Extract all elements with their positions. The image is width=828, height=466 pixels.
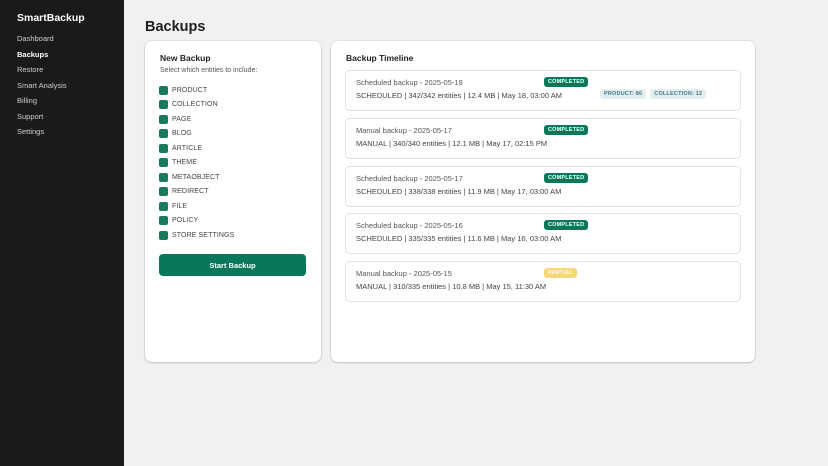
checkbox[interactable] (159, 216, 168, 226)
checkbox[interactable] (159, 129, 168, 139)
entity-option[interactable]: BLOG (159, 127, 234, 142)
entity-label: FILE (172, 202, 188, 210)
entity-count-chip: PRODUCT: 86 (600, 89, 647, 99)
checkbox[interactable] (159, 172, 168, 182)
sidebar: SmartBackup Dashboard Backups Restore Sm… (0, 0, 124, 466)
entity-option[interactable]: FILE (159, 199, 234, 214)
entity-label: COLLECTION (172, 101, 218, 109)
timeline-title: Backup Timeline (346, 53, 414, 63)
timeline-item[interactable]: Scheduled backup - 2025-05-18 COMPLETED … (345, 70, 741, 111)
timeline-item[interactable]: Manual backup - 2025-05-15 PARTIAL MANUA… (345, 261, 741, 303)
entity-label: PAGE (172, 115, 192, 123)
page-title: Backups (145, 19, 206, 35)
backup-title: Scheduled backup - 2025-05-17 (356, 173, 463, 183)
sidebar-item-smart-analysis[interactable]: Smart Analysis (17, 81, 67, 97)
start-backup-button[interactable]: Start Backup (159, 254, 306, 276)
status-badge: COMPLETED (544, 220, 589, 231)
backup-title: Scheduled backup - 2025-05-18 (356, 78, 463, 87)
sidebar-item-restore[interactable]: Restore (17, 65, 67, 81)
entity-option[interactable]: POLICY (159, 214, 234, 229)
entity-label: STORE SETTINGS (172, 231, 235, 239)
entity-option[interactable]: METAOBJECT (159, 170, 234, 185)
status-badge: COMPLETED (544, 172, 589, 183)
entity-option[interactable]: ARTICLE (159, 141, 234, 156)
status-badge: COMPLETED (544, 77, 589, 87)
entity-option[interactable]: THEME (159, 156, 234, 171)
entity-label: POLICY (172, 217, 199, 225)
new-backup-subtitle: Select which entities to include: (160, 67, 258, 74)
sidebar-item-settings[interactable]: Settings (17, 127, 67, 143)
checkbox[interactable] (159, 143, 168, 153)
entity-label: BLOG (172, 130, 192, 138)
backup-meta: MANUAL | 310/335 entities | 10.8 MB | Ma… (356, 282, 547, 292)
sidebar-item-dashboard[interactable]: Dashboard (17, 34, 67, 50)
status-badge: PARTIAL (544, 268, 577, 279)
status-badge: COMPLETED (544, 124, 589, 135)
backup-meta: SCHEDULED | 342/342 entities | 12.4 MB |… (356, 91, 562, 100)
checkbox[interactable] (159, 114, 168, 124)
checkbox[interactable] (159, 201, 168, 211)
entity-option[interactable]: REDIRECT (159, 185, 234, 200)
timeline-item[interactable]: Scheduled backup - 2025-05-17 COMPLETED … (345, 165, 741, 207)
timeline-item[interactable]: Scheduled backup - 2025-05-16 COMPLETED … (345, 213, 741, 255)
entity-label: REDIRECT (172, 188, 209, 196)
backup-meta: SCHEDULED | 335/335 entities | 11.6 MB |… (356, 234, 562, 244)
backup-title: Manual backup - 2025-05-15 (356, 269, 452, 279)
checkbox[interactable] (159, 187, 168, 197)
timeline-item[interactable]: Manual backup - 2025-05-17 COMPLETED MAN… (345, 117, 741, 159)
entity-checklist: PRODUCT COLLECTION PAGE BLOG ARTICLE THE… (159, 83, 234, 243)
backup-meta: SCHEDULED | 338/338 entities | 11.9 MB |… (356, 186, 562, 196)
entity-chips: PRODUCT: 86 COLLECTION: 12 (600, 89, 710, 99)
checkbox[interactable] (159, 100, 168, 110)
sidebar-nav: Dashboard Backups Restore Smart Analysis… (17, 34, 67, 143)
timeline-list: Scheduled backup - 2025-05-18 COMPLETED … (345, 70, 741, 309)
backup-title: Scheduled backup - 2025-05-16 (356, 221, 463, 231)
entity-option[interactable]: STORE SETTINGS (159, 228, 234, 243)
entity-label: METAOBJECT (172, 173, 220, 181)
entity-option[interactable]: PRODUCT (159, 83, 234, 98)
backup-meta: MANUAL | 340/340 entities | 12.1 MB | Ma… (356, 138, 548, 148)
app-brand: SmartBackup (17, 12, 85, 24)
checkbox[interactable] (159, 85, 168, 95)
checkbox[interactable] (159, 230, 168, 240)
entity-label: PRODUCT (172, 86, 208, 94)
backup-title: Manual backup - 2025-05-17 (356, 125, 452, 135)
sidebar-item-billing[interactable]: Billing (17, 96, 67, 112)
entity-label: ARTICLE (172, 144, 203, 152)
backup-timeline-card: Backup Timeline Scheduled backup - 2025-… (331, 41, 755, 362)
entity-count-chip: COLLECTION: 12 (650, 89, 707, 99)
new-backup-title: New Backup (160, 53, 211, 63)
entity-label: THEME (172, 159, 197, 167)
entity-option[interactable]: PAGE (159, 112, 234, 127)
sidebar-item-backups[interactable]: Backups (17, 50, 67, 66)
sidebar-item-support[interactable]: Support (17, 112, 67, 128)
checkbox[interactable] (159, 158, 168, 168)
entity-option[interactable]: COLLECTION (159, 98, 234, 113)
new-backup-card: New Backup Select which entities to incl… (145, 41, 321, 362)
